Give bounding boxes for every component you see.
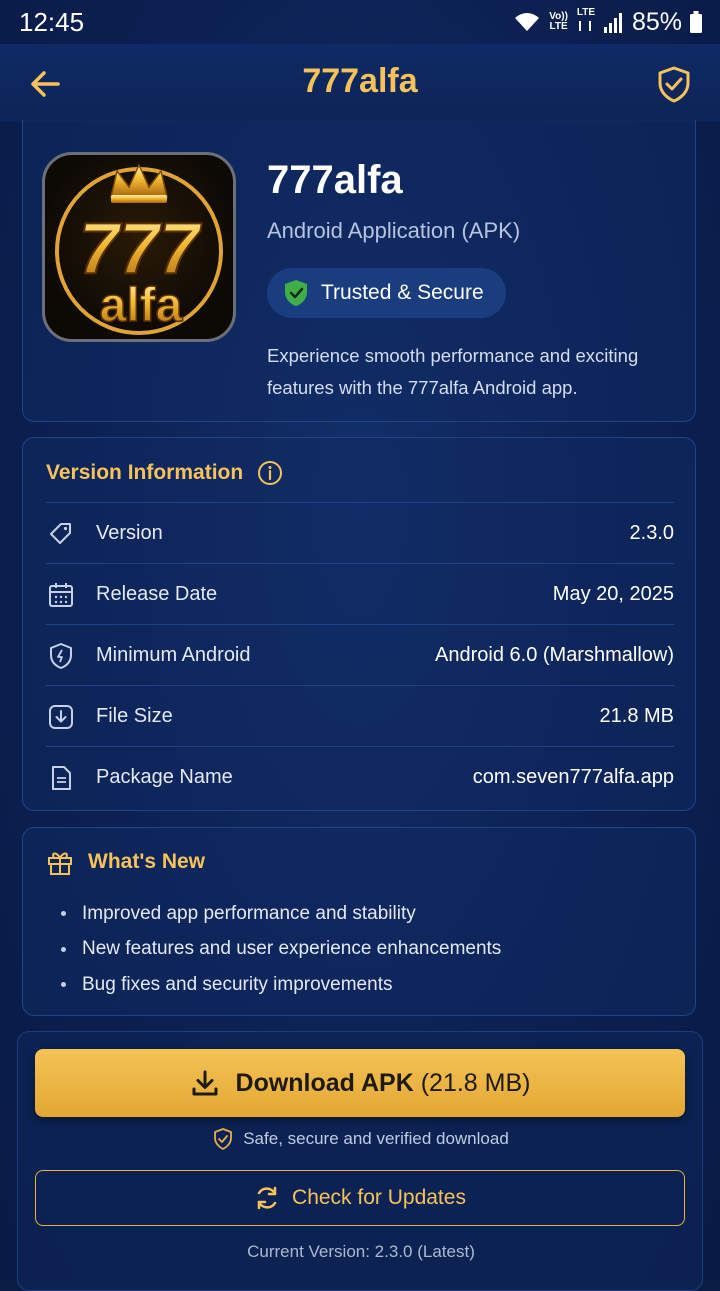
status-bar: 12:45 Vo)) LTE LTE 85% [0,0,720,44]
signal-icon [603,13,622,33]
battery-icon [690,11,702,33]
refresh-icon [257,1186,277,1210]
wifi-icon [515,13,540,31]
lte-indicator: LTE [576,8,596,36]
download-apk-button[interactable]: Download APK (21.8 MB) [35,1049,685,1117]
app-name: 777alfa [267,158,403,202]
version-info-card: Version Information Version 2.3.0 Releas… [22,437,696,811]
shield-check-icon [658,66,690,103]
app-type: Android Application (APK) [267,218,521,243]
status-time: 12:45 [19,7,85,37]
download-panel: Download APK (21.8 MB) Safe, secure and … [17,1031,703,1291]
document-icon [52,765,71,790]
app-logo: 777 alfa [42,152,236,342]
calendar-icon [49,582,73,607]
version-info-header: Version Information [46,460,283,486]
app-screen: 12:45 Vo)) LTE LTE 85% 777alfa 777 alfa … [0,0,720,1291]
page-title: 777alfa [302,62,418,100]
security-button[interactable] [654,64,694,104]
list-item: Improved app performance and stability [61,896,501,932]
current-version-text: Current Version: 2.3.0 (Latest) [247,1242,475,1261]
package-name-row: Package Name com.seven777alfa.app [46,746,674,808]
green-shield-icon [285,280,307,306]
status-icons: Vo)) LTE LTE 85% [513,8,702,36]
download-button-label: Download APK (21.8 MB) [235,1068,531,1097]
check-updates-button[interactable]: Check for Updates [35,1170,685,1226]
android-shield-icon [50,642,72,669]
shield-check-small-icon [214,1128,233,1150]
tag-icon [50,522,71,544]
trust-badge: Trusted & Secure [267,268,506,318]
list-item: New features and user experience enhance… [61,932,501,968]
file-size-row: File Size 21.8 MB [46,685,674,747]
battery-percent: 85% [631,7,682,36]
download-icon [192,1070,218,1096]
safe-download-note: Safe, secure and verified download [18,1128,704,1150]
volte-indicator: Vo)) LTE [549,11,568,32]
download-circle-icon [49,704,73,729]
check-updates-label: Check for Updates [292,1186,466,1209]
min-android-row: Minimum Android Android 6.0 (Marshmallow… [46,624,674,686]
info-icon[interactable] [257,460,283,486]
logo-number: 777 [79,209,202,289]
whats-new-title: What's New [88,850,206,873]
whats-new-card: What's New Improved app performance and … [22,827,696,1016]
app-description: Experience smooth performance and exciti… [267,345,639,398]
trust-label: Trusted & Secure [321,281,484,304]
whats-new-header: What's New [46,848,205,876]
version-info-title: Version Information [46,461,244,484]
list-item: Bug fixes and security improvements [61,967,501,1003]
logo-word: alfa [100,279,183,332]
app-header: 777alfa [0,44,720,122]
release-date-row: Release Date May 20, 2025 [46,563,674,625]
gift-icon [48,852,72,875]
whats-new-list: Improved app performance and stability N… [61,896,501,1003]
app-info-card: 777 alfa 777alfa Android Application (AP… [22,120,696,422]
version-row: Version 2.3.0 [46,502,674,564]
